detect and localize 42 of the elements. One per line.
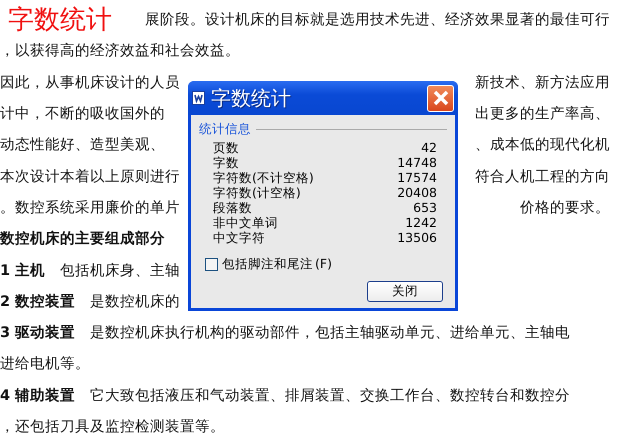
stat-value: 13506 bbox=[397, 230, 437, 245]
document-text: 4 辅助装置 它大致包括液压和气动装置、排屑装置、交换工作台、数控转台和数控分 bbox=[0, 386, 570, 405]
document-text: 符合人机工程的方向 bbox=[475, 168, 610, 186]
document-text: 1 主机 包括机床身、主轴 bbox=[0, 261, 180, 280]
stat-label: 字数 bbox=[213, 155, 239, 170]
stat-label: 字符数(不计空格) bbox=[213, 170, 314, 185]
stat-value: 20408 bbox=[397, 185, 437, 200]
document-text: 2 数控装置 是数控机床的 bbox=[0, 292, 180, 311]
stat-value: 653 bbox=[413, 200, 437, 215]
dialog-title: 字数统计 bbox=[211, 84, 292, 112]
document-text: ，还包括刀具及监控检测装置等。 bbox=[0, 418, 225, 436]
document-text: 本次设计本着以上原则进行 bbox=[0, 168, 180, 186]
stat-label: 页数 bbox=[213, 140, 239, 155]
close-icon bbox=[432, 89, 450, 107]
stat-label: 段落数 bbox=[213, 200, 252, 215]
document-text: ，以获得高的经济效益和社会效益。 bbox=[0, 42, 240, 60]
document-text: 3 驱动装置 是数控机床执行机构的驱动部件，包括主轴驱动单元、进给单元、主轴电 bbox=[0, 324, 570, 342]
document-text: 动态性能好、造型美观、 bbox=[0, 136, 165, 154]
document-text: 因此，从事机床设计的人员 bbox=[0, 74, 180, 92]
close-button[interactable] bbox=[427, 84, 454, 112]
overlay-label: 字数统计 bbox=[7, 4, 112, 35]
document-text: 进给电机等。 bbox=[0, 355, 90, 374]
group-label: 统计信息 bbox=[199, 121, 251, 138]
stat-label: 字符数(计空格) bbox=[213, 185, 301, 200]
stat-label: 非中文单词 bbox=[213, 215, 278, 230]
document-text: 。数控系统采用廉价的单片 bbox=[0, 198, 180, 217]
app-icon bbox=[192, 91, 205, 105]
document-text: 新技术、新方法应用 bbox=[475, 74, 610, 92]
document-text: 价格的要求。 bbox=[520, 198, 610, 217]
checkbox-label: 包括脚注和尾注 (F) bbox=[222, 256, 332, 273]
close-dialog-button[interactable]: 关闭 bbox=[367, 281, 443, 302]
stat-value: 17574 bbox=[397, 170, 437, 185]
document-text: 、成本低的现代化机 bbox=[475, 136, 610, 154]
document-text: 数控机床的主要组成部分 bbox=[0, 229, 165, 248]
document-text: 计中，不断的吸收国外的 bbox=[0, 105, 165, 124]
stat-value: 42 bbox=[421, 140, 437, 155]
checkbox[interactable] bbox=[205, 258, 218, 271]
document-text: 出更多的生产率高、 bbox=[475, 104, 610, 124]
stat-value: 1242 bbox=[405, 215, 437, 230]
stat-label: 中文字符 bbox=[213, 230, 265, 245]
document-text: 展阶段。设计机床的目标就是选用技术先进、经济效果显著的最佳可行 bbox=[145, 10, 610, 30]
stat-value: 14748 bbox=[397, 155, 437, 170]
